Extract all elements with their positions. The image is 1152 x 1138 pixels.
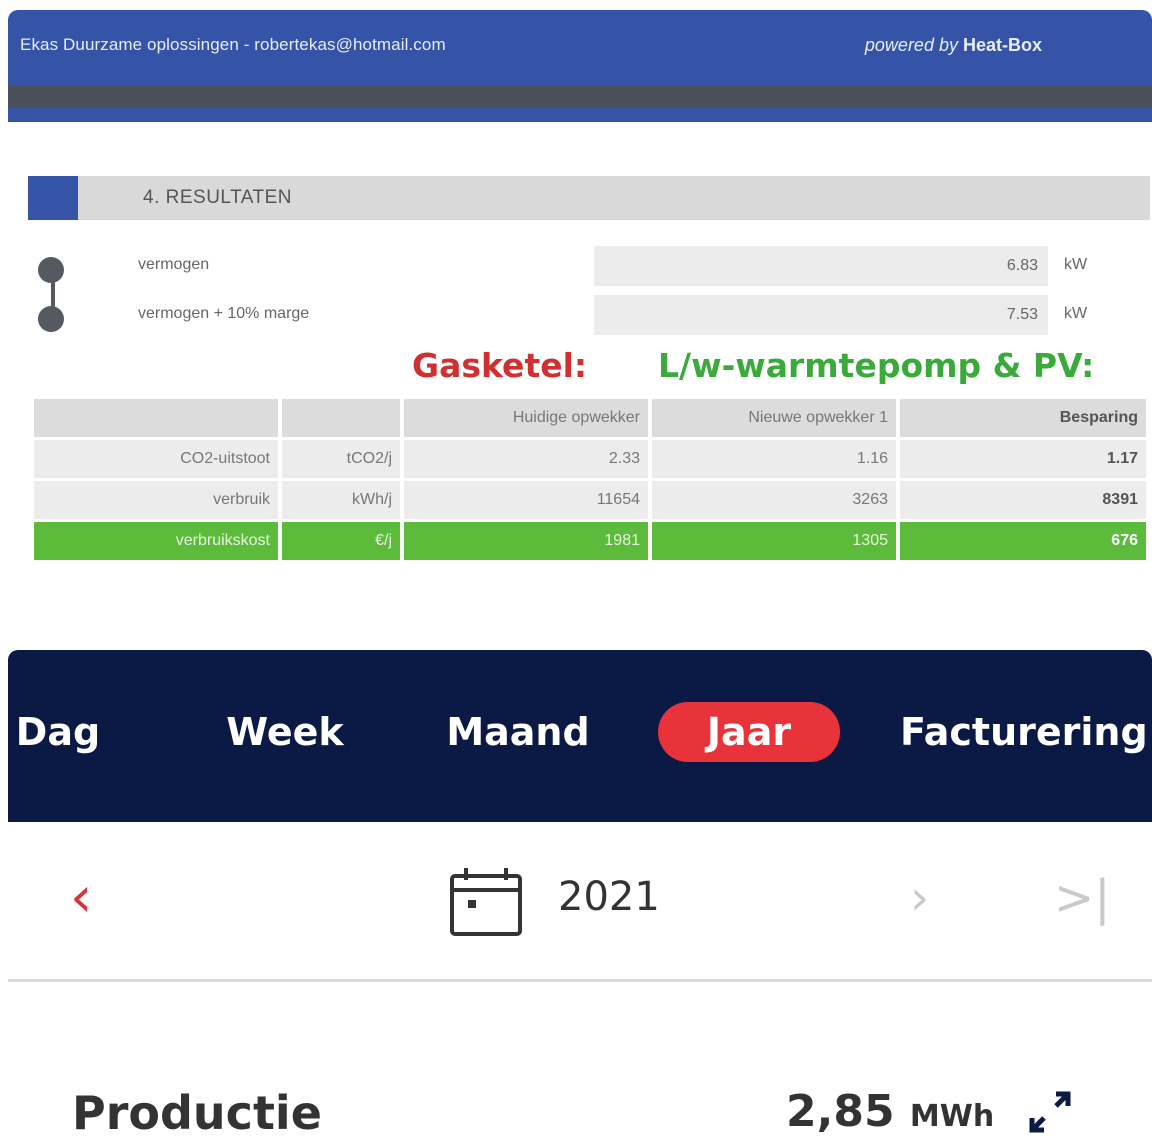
row-label: CO2-uitstoot [34, 440, 278, 478]
power-label: vermogen + 10% marge [138, 305, 310, 322]
chevron-right-icon[interactable]: › [910, 874, 929, 922]
table-header-row: Huidige opwekker Nieuwe opwekker 1 Bespa… [34, 399, 1146, 437]
bullet-dot-icon [38, 306, 64, 332]
row-saving: 1.17 [900, 440, 1146, 478]
overlay-heatpump: L/w-warmtepomp & PV: [658, 346, 1095, 385]
table-row-highlight: verbruikskost €/j 1981 1305 676 [34, 522, 1146, 560]
header-cell [34, 399, 278, 437]
row-new: 1305 [652, 522, 896, 560]
calendar-icon[interactable] [448, 864, 524, 938]
power-value: 6.83 [594, 246, 1048, 286]
bullet-dot-icon [38, 257, 64, 283]
tab-jaar[interactable]: Jaar [658, 702, 840, 762]
row-current: 1981 [404, 522, 648, 560]
row-unit: €/j [282, 522, 400, 560]
period-tab-bar: Dag Week Maand Jaar Facturering [8, 650, 1152, 822]
skip-to-end-icon[interactable]: >| [1054, 874, 1110, 922]
section-title-bar: 4. RESULTATEN [28, 176, 1150, 220]
row-saving: 676 [900, 522, 1146, 560]
heatbox-brand-row: Ekas Duurzame oplossingen - robertekas@h… [8, 10, 1152, 80]
row-new: 1.16 [652, 440, 896, 478]
overlay-gasketel: Gasketel: [412, 346, 588, 385]
table-row: CO2-uitstoot tCO2/j 2.33 1.16 1.17 [34, 440, 1146, 478]
results-table: Huidige opwekker Nieuwe opwekker 1 Bespa… [30, 396, 1150, 563]
date-navigator: ‹ 2021 › >| [8, 822, 1152, 982]
production-total: 2,85 MWh [786, 1086, 994, 1137]
section-title: 4. RESULTATEN [143, 187, 293, 208]
row-new: 3263 [652, 481, 896, 519]
tab-maand[interactable]: Maand [444, 702, 592, 762]
production-unit: MWh [909, 1099, 995, 1134]
header-saving: Besparing [900, 399, 1146, 437]
power-row-margin: vermogen + 10% marge 7.53 kW [28, 295, 1150, 335]
power-row: vermogen 6.83 kW [28, 246, 1150, 286]
production-label: Productie [72, 1086, 322, 1138]
row-current: 2.33 [404, 440, 648, 478]
row-current: 11654 [404, 481, 648, 519]
row-unit: kWh/j [282, 481, 400, 519]
powered-prefix: powered by [864, 34, 958, 55]
selected-year[interactable]: 2021 [558, 874, 660, 920]
header-new: Nieuwe opwekker 1 [652, 399, 896, 437]
tab-week[interactable]: Week [222, 702, 348, 762]
header-divider-bar [8, 86, 1152, 108]
row-unit: tCO2/j [282, 440, 400, 478]
production-value: 2,85 [786, 1086, 895, 1137]
tab-dag[interactable]: Dag [12, 702, 104, 762]
power-unit: kW [1064, 256, 1088, 273]
header-current: Huidige opwekker [404, 399, 648, 437]
table-row: verbruik kWh/j 11654 3263 8391 [34, 481, 1146, 519]
chevron-left-icon[interactable]: ‹ [70, 870, 92, 926]
header-cell [282, 399, 400, 437]
power-value: 7.53 [594, 295, 1048, 335]
heatbox-header: Ekas Duurzame oplossingen - robertekas@h… [8, 10, 1152, 122]
section-marker [28, 176, 78, 220]
expand-icon[interactable] [1024, 1088, 1076, 1136]
powered-brand: Heat-Box [962, 34, 1042, 55]
row-label: verbruik [34, 481, 278, 519]
row-label: verbruikskost [34, 522, 278, 560]
power-unit: kW [1064, 305, 1088, 322]
power-label: vermogen [138, 256, 210, 273]
company-contact: Ekas Duurzame oplossingen - robertekas@h… [20, 35, 446, 54]
row-saving: 8391 [900, 481, 1146, 519]
powered-by: powered by Heat-Box [865, 35, 1042, 56]
tab-facturering[interactable]: Facturering [900, 702, 1148, 762]
